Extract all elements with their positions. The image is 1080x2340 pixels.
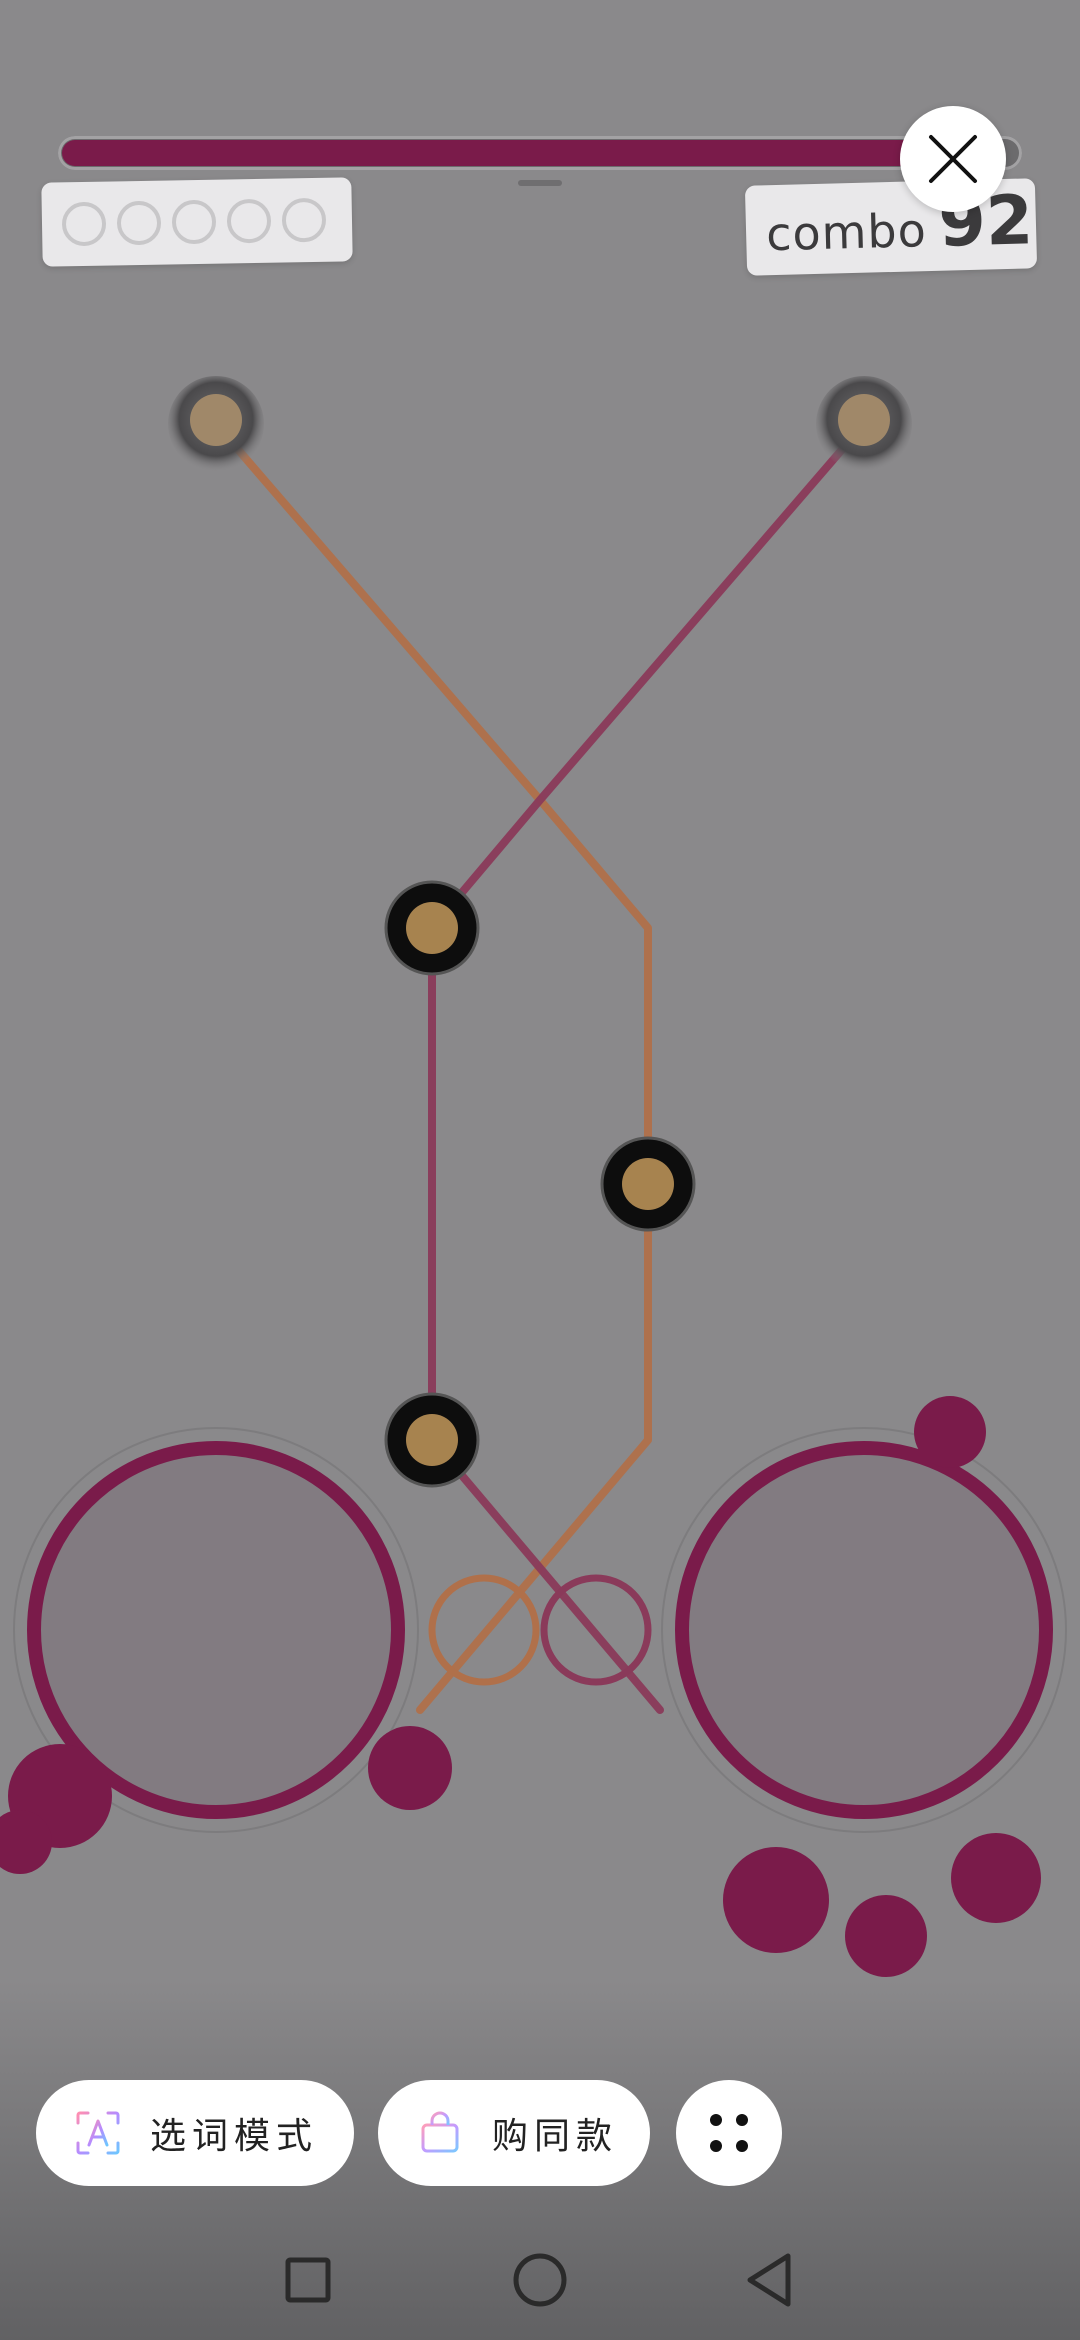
buy-same-button[interactable]: 购同款 <box>378 2080 650 2186</box>
more-button[interactable] <box>676 2080 782 2186</box>
text-select-icon <box>76 2111 120 2155</box>
spawn-node-left <box>168 376 264 472</box>
select-words-button[interactable]: 选词模式 <box>36 2080 354 2186</box>
life-indicator <box>116 200 162 246</box>
lives-panel <box>41 177 353 267</box>
junction-node[interactable] <box>600 1136 696 1232</box>
square-icon[interactable] <box>268 2240 348 2320</box>
life-indicator <box>171 199 217 245</box>
life-indicator <box>61 201 107 247</box>
life-indicator <box>281 197 327 243</box>
health-bar-fill <box>62 140 970 166</box>
health-bar <box>58 136 1022 170</box>
life-indicator <box>226 198 272 244</box>
combo-label: combo <box>765 203 928 262</box>
pull-handle[interactable] <box>518 180 562 186</box>
close-icon <box>929 135 977 183</box>
spawn-node-right <box>816 376 912 472</box>
back-triangle-icon[interactable] <box>730 2240 810 2320</box>
junction-node[interactable] <box>384 880 480 976</box>
circle-icon[interactable] <box>500 2240 580 2320</box>
select-words-label: 选词模式 <box>150 2116 319 2157</box>
target-circle-right[interactable] <box>661 1427 1067 1833</box>
buy-same-label: 购同款 <box>492 2116 619 2157</box>
shopping-bag-icon <box>421 2111 459 2153</box>
system-navigation-bar <box>0 2220 1080 2340</box>
close-button[interactable] <box>900 106 1006 212</box>
junction-node[interactable] <box>384 1392 480 1488</box>
